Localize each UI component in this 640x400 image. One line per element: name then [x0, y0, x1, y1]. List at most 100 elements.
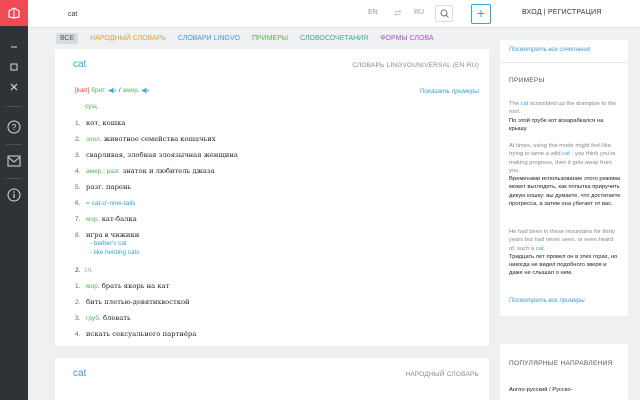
folk-dictionary-card: cat НАРОДНЫЙ СЛОВАРЬ — [55, 358, 489, 400]
definition-text: искать сексуального партнёра — [86, 330, 197, 338]
search-button[interactable] — [435, 5, 453, 22]
svg-text:?: ? — [12, 123, 17, 132]
lang-to[interactable]: RU — [414, 9, 424, 16]
tab-lingvo-dictionaries[interactable]: СЛОВАРИ LINGVO — [178, 35, 240, 42]
phrase-link[interactable]: - like herding cats — [90, 249, 139, 256]
definition: сварливая, злобная злоязычная женщина — [86, 151, 238, 159]
lingvo-logo[interactable] — [0, 0, 28, 26]
popular-title: ПОПУЛЯРНЫЕ НАПРАВЛЕНИЯ — [509, 360, 613, 367]
examples-title: ПРИМЕРЫ — [509, 77, 545, 84]
definition: груб. блевать — [86, 314, 131, 322]
pos-number: 2. — [75, 267, 81, 274]
filter-tabs: ВСЕ НАРОДНЫЙ СЛОВАРЬ СЛОВАРИ LINGVO ПРИМ… — [56, 33, 446, 44]
definition-text: разг. парень — [86, 183, 132, 191]
see-all-examples-link[interactable]: Посмотреть все примеры — [509, 298, 585, 304]
definition: игра в чижики — [86, 231, 139, 239]
definition: = cat-o'-nine-tails — [86, 199, 135, 207]
def-number: 3. — [75, 315, 81, 322]
example-item: The cat scrambled up the drainpipe to th… — [509, 100, 621, 133]
tab-folk-dictionary[interactable]: НАРОДНЫЙ СЛОВАРЬ — [90, 35, 166, 42]
close-icon — [10, 83, 18, 91]
top-bar: EN ⇄ RU + ВХОД | РЕГИСТРАЦИЯ — [28, 0, 640, 28]
amer-label: амер. — [122, 87, 140, 95]
def-number: 1. — [75, 283, 81, 290]
example-en: He had been in these mountains for thirt… — [509, 228, 621, 253]
def-number: 2. — [75, 136, 81, 143]
definition-text: блевать — [102, 314, 131, 322]
example-text: He had been in these mountains for thirt… — [509, 229, 616, 252]
definition: зоол. животное семейства кошачьих — [86, 135, 216, 143]
brit-label: брит. — [91, 87, 107, 95]
phrase-link[interactable]: - barber's cat — [90, 240, 127, 247]
headword: cat — [73, 59, 87, 70]
mail-button[interactable] — [0, 150, 28, 172]
example-item: He had been in these mountains for thirt… — [509, 228, 621, 278]
help-button[interactable]: ? — [0, 116, 28, 138]
rail-divider — [6, 106, 22, 107]
login-register-link[interactable]: ВХОД | РЕГИСТРАЦИЯ — [522, 9, 602, 16]
lang-from[interactable]: EN — [368, 9, 378, 16]
popular-direction-link[interactable]: Англо-русский / Русско- — [509, 386, 621, 394]
examples-panel: Посмотреть все сочетания ПРИМЕРЫ The cat… — [500, 40, 628, 316]
definition-text: знаток и любитель джаза — [122, 167, 215, 175]
definition: бить плетью-девятихвосткой — [86, 298, 190, 306]
definition-text: бить плетью-девятихвосткой — [86, 298, 190, 306]
definition: мор. кат-балка — [86, 215, 137, 223]
tab-phrases[interactable]: СЛОВОСОЧЕТАНИЯ — [300, 35, 368, 42]
definition-label: мор. — [86, 216, 100, 223]
def-number: 1. — [75, 120, 81, 127]
example-ru: Тридцать лет провел он в этих горах, но … — [509, 253, 618, 277]
close-button[interactable] — [0, 76, 28, 98]
definition-text: игра в чижики — [86, 231, 140, 239]
definition-text: животное семейства кошачьих — [103, 135, 216, 143]
example-text: The — [509, 101, 521, 107]
def-number: 5. — [75, 184, 81, 191]
logo-icon — [8, 7, 20, 19]
definition-text: сварливая, злобная злоязычная женщина — [86, 151, 238, 159]
tab-all[interactable]: ВСЕ — [56, 33, 79, 44]
minimize-button[interactable] — [0, 36, 28, 58]
see-all-phrases-link[interactable]: Посмотреть все сочетания — [509, 47, 590, 53]
speaker-icon[interactable] — [108, 87, 117, 94]
help-icon: ? — [7, 120, 21, 134]
tab-examples[interactable]: ПРИМЕРЫ — [252, 35, 288, 42]
definition-label: груб. — [86, 315, 101, 322]
definition: разг. парень — [86, 183, 131, 191]
definition: амер.; разг. знаток и любитель джаза — [86, 167, 215, 175]
def-number: 4. — [75, 331, 81, 338]
transcription-row: [kæt] брит. / амер. — [75, 87, 150, 94]
def-number: 7. — [75, 216, 81, 223]
rail-divider — [6, 178, 22, 179]
definition: искать сексуального партнёра — [86, 330, 196, 338]
dictionary-name[interactable]: СЛОВАРЬ LINGVOUNIVERSAL (EN-RU) — [352, 62, 479, 69]
example-ru: По этой трубе кот вскарабкался на крышу. — [509, 117, 604, 132]
maximize-button[interactable] — [0, 56, 28, 78]
info-button[interactable] — [0, 184, 28, 206]
minimize-icon — [11, 46, 17, 48]
show-examples-link[interactable]: Показать примеры — [420, 88, 479, 95]
dictionary-card: cat СЛОВАРЬ LINGVOUNIVERSAL (EN-RU) [kæt… — [55, 49, 489, 346]
example-text: . — [543, 245, 546, 252]
definition-text: брать якорь на кат — [101, 282, 170, 290]
definition-label: зоол. — [86, 136, 102, 143]
definition: мор. брать якорь на кат — [86, 282, 169, 290]
example-item: At times, using this mode might feel lik… — [509, 142, 621, 208]
tab-word-forms[interactable]: ФОРМЫ СЛОВА — [380, 35, 433, 42]
add-button[interactable]: + — [471, 4, 491, 24]
definition-text: кот, кошка — [86, 119, 126, 127]
example-en: At times, using this mode might feel lik… — [509, 142, 621, 175]
definition-label: амер.; разг. — [86, 168, 121, 175]
search-input[interactable] — [68, 7, 378, 21]
definition-label: мор. — [86, 283, 100, 290]
swap-languages-icon[interactable]: ⇄ — [394, 8, 402, 19]
speaker-icon[interactable] — [141, 87, 150, 94]
def-number: 8. — [75, 232, 81, 239]
example-en: The cat scrambled up the drainpipe to th… — [509, 100, 621, 117]
definition-text: кат-балка — [101, 215, 137, 223]
example-ru: Временами использование этого режима мож… — [509, 176, 621, 208]
part-of-speech-noun: сущ. — [85, 103, 99, 110]
mail-icon — [7, 155, 21, 167]
dictionary-name[interactable]: НАРОДНЫЙ СЛОВАРЬ — [405, 371, 479, 378]
cross-reference-link[interactable]: = cat-o'-nine-tails — [86, 200, 135, 207]
def-number: 3. — [75, 152, 81, 159]
